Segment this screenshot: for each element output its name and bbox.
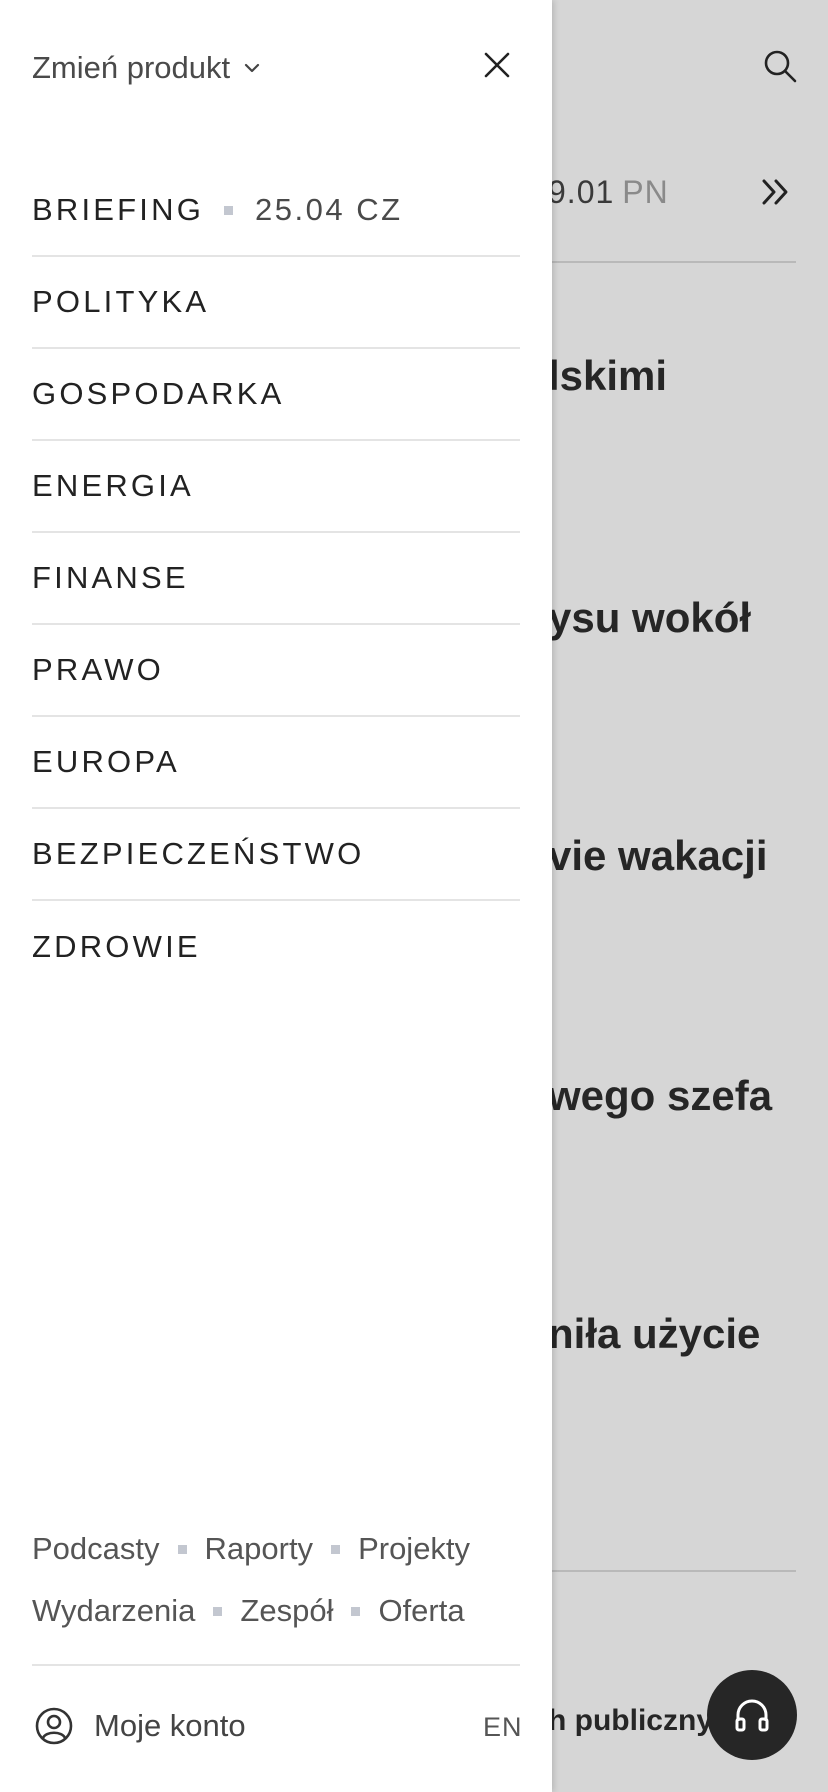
menu-item-label: ZDROWIE: [32, 929, 201, 964]
separator-dot: [351, 1606, 361, 1616]
close-icon[interactable]: [480, 48, 514, 82]
account-link[interactable]: Moje konto: [34, 1706, 246, 1746]
double-chevron-right-icon[interactable]: [760, 176, 792, 208]
menu-item-briefing[interactable]: BRIEFING 25.04 CZ: [32, 165, 520, 257]
separator-dot: [177, 1544, 187, 1554]
menu-item-label: PRAWO: [32, 652, 164, 687]
divider: [32, 1664, 520, 1666]
teaser-text[interactable]: h publiczny: [548, 1704, 713, 1738]
audio-player-button[interactable]: [707, 1670, 797, 1760]
headline[interactable]: ysu wokół: [548, 594, 751, 642]
menu-item-label: BEZPIECZEŃSTWO: [32, 836, 365, 871]
menu-item-finanse[interactable]: FINANSE: [32, 533, 520, 625]
separator-dot: [331, 1544, 341, 1554]
menu-item-label: GOSPODARKA: [32, 376, 285, 411]
footer-links: Podcasty Raporty Projekty Wydarzenia Zes…: [32, 1518, 532, 1642]
menu-item-label: EUROPA: [32, 744, 180, 779]
user-circle-icon: [35, 1707, 73, 1745]
menu-item-gospodarka[interactable]: GOSPODARKA: [32, 349, 520, 441]
separator-dot: [224, 205, 234, 215]
menu-item-polityka[interactable]: POLITYKA: [32, 257, 520, 349]
headline[interactable]: wego szefa: [548, 1072, 772, 1120]
headphones-icon: [735, 1699, 769, 1732]
menu-item-energia[interactable]: ENERGIA: [32, 441, 520, 533]
navigation-drawer: Zmień produkt BRIEFING 25.04 CZ POLITYKA…: [0, 0, 552, 1792]
headline[interactable]: vie wakacji: [548, 832, 768, 880]
menu-item-label: POLITYKA: [32, 284, 210, 319]
footer-link-oferta[interactable]: Oferta: [378, 1580, 464, 1642]
menu-item-label: FINANSE: [32, 560, 189, 595]
date-nav: 9.01 PN: [548, 174, 669, 211]
menu-item-europa[interactable]: EUROPA: [32, 717, 520, 809]
chevron-down-icon: [245, 63, 260, 73]
menu-item-zdrowie[interactable]: ZDROWIE: [32, 901, 520, 993]
menu-item-label: BRIEFING: [32, 192, 205, 227]
search-icon[interactable]: [762, 48, 798, 84]
account-label: Moje konto: [94, 1708, 246, 1743]
headline[interactable]: lskimi: [548, 352, 667, 400]
date-day: PN: [622, 174, 669, 210]
menu-item-prawo[interactable]: PRAWO: [32, 625, 520, 717]
date-value: 9.01: [548, 174, 615, 210]
footer-link-zespol[interactable]: Zespół: [240, 1580, 333, 1642]
product-switcher-label: Zmień produkt: [32, 50, 231, 85]
divider: [548, 261, 796, 263]
section-menu: BRIEFING 25.04 CZ POLITYKA GOSPODARKA EN…: [32, 165, 520, 993]
footer-link-wydarzenia[interactable]: Wydarzenia: [32, 1580, 195, 1642]
headline[interactable]: niła użycie: [548, 1310, 760, 1358]
menu-item-label: ENERGIA: [32, 468, 194, 503]
footer-link-podcasty[interactable]: Podcasty: [32, 1518, 160, 1580]
briefing-date: 25.04 CZ: [255, 192, 403, 227]
language-switch[interactable]: EN: [483, 1712, 523, 1743]
divider: [548, 1570, 796, 1572]
footer-link-raporty[interactable]: Raporty: [205, 1518, 314, 1580]
footer-link-projekty[interactable]: Projekty: [358, 1518, 470, 1580]
separator-dot: [213, 1606, 223, 1616]
product-switcher[interactable]: Zmień produkt: [32, 50, 262, 86]
menu-item-bezpieczenstwo[interactable]: BEZPIECZEŃSTWO: [32, 809, 520, 901]
